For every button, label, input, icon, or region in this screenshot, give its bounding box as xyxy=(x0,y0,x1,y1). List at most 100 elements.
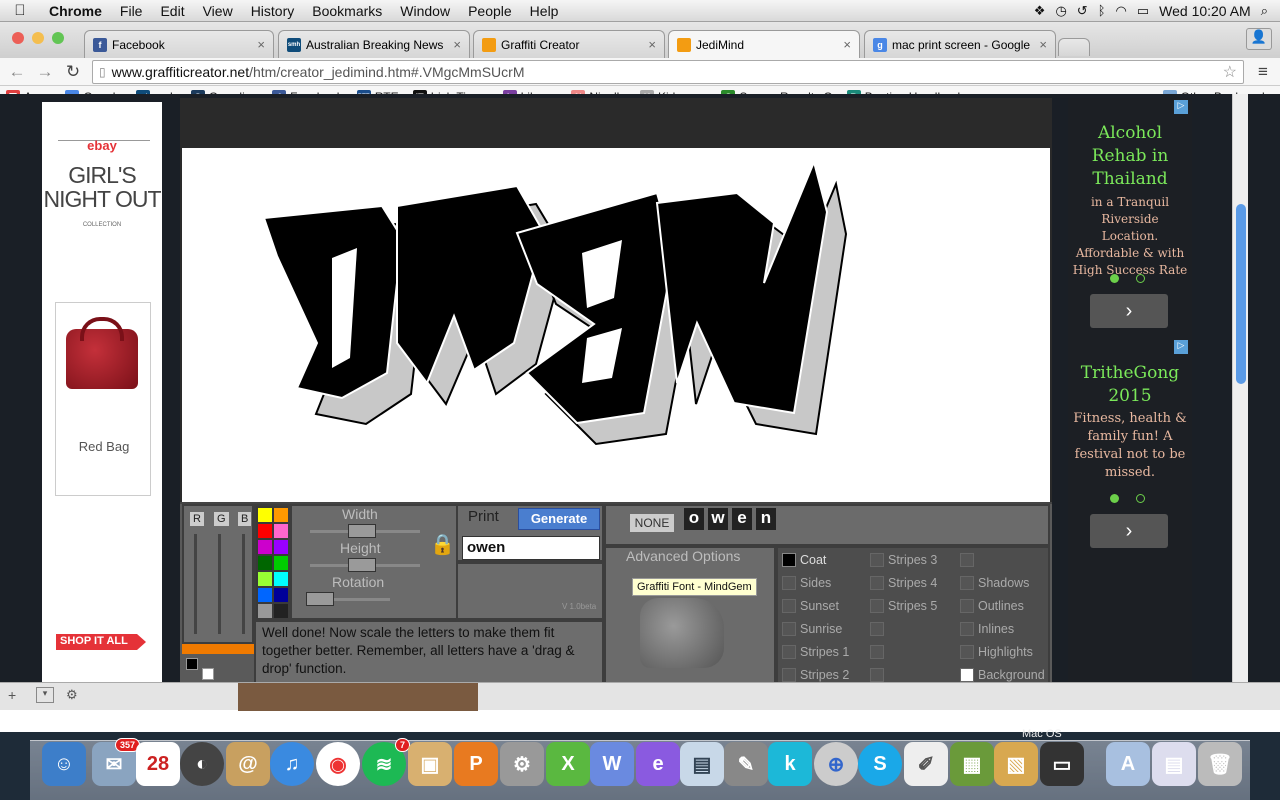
calendar-icon[interactable]: 28 xyxy=(136,742,180,786)
gear-icon[interactable]: ⚙ xyxy=(66,687,78,703)
mindgem-font-preview[interactable] xyxy=(640,598,724,668)
trash-icon[interactable]: 🗑 xyxy=(1198,742,1242,786)
forward-icon[interactable]: → xyxy=(36,62,54,82)
option-stripes-3[interactable]: Stripes 3 xyxy=(870,552,956,568)
bookmark-star-icon[interactable]: ☆ xyxy=(1223,62,1237,82)
view-options-icon[interactable]: ▾ xyxy=(36,687,54,703)
letter-tile-o[interactable]: o xyxy=(684,508,704,530)
graffiti-canvas[interactable] xyxy=(182,148,1050,502)
color-swatch-blue[interactable] xyxy=(258,588,272,602)
checkbox[interactable] xyxy=(870,576,884,590)
option-outlines[interactable]: Outlines xyxy=(960,598,1048,614)
option-inlines[interactable]: Inlines xyxy=(960,621,1048,637)
gimp-icon[interactable]: ✎ xyxy=(724,742,768,786)
finder-icon[interactable]: ☺ xyxy=(42,742,86,786)
checkbox[interactable] xyxy=(960,622,974,636)
lock-aspect-icon[interactable]: 🔒 xyxy=(430,532,455,557)
color-swatch-cyan[interactable] xyxy=(274,572,288,586)
checkbox[interactable] xyxy=(782,645,796,659)
bluetooth-icon[interactable]: ᛒ xyxy=(1098,3,1106,18)
option-blank-1[interactable] xyxy=(870,621,956,637)
menu-file[interactable]: File xyxy=(111,3,152,19)
itunes-icon[interactable]: ♫ xyxy=(270,742,314,786)
entourage-icon[interactable]: e xyxy=(636,742,680,786)
carousel-dot-active[interactable] xyxy=(1110,494,1119,503)
installer-icon[interactable]: ▧ xyxy=(994,742,1038,786)
close-tab-icon[interactable]: × xyxy=(453,37,461,52)
skype-icon[interactable]: S xyxy=(858,742,902,786)
mac-os-folder-icon[interactable]: ▭ xyxy=(1040,742,1084,786)
kindle-icon[interactable]: k xyxy=(768,742,812,786)
letter-tile-w[interactable]: w xyxy=(708,508,728,530)
menu-help[interactable]: Help xyxy=(521,3,568,19)
profile-icon[interactable]: 👤 xyxy=(1246,28,1272,50)
spotify-icon[interactable]: ≋ 7 xyxy=(362,738,410,786)
rotation-slider-thumb[interactable] xyxy=(306,592,334,606)
color-swatch-red[interactable] xyxy=(258,524,272,538)
option-sunrise[interactable]: Sunrise xyxy=(782,621,868,637)
width-slider-thumb[interactable] xyxy=(348,524,376,538)
chrome-icon[interactable]: ◉ xyxy=(316,742,360,786)
option-shadows[interactable]: Shadows xyxy=(960,575,1048,591)
print-button[interactable]: Print xyxy=(468,508,499,525)
menu-app-name[interactable]: Chrome xyxy=(40,3,111,19)
color-swatch-yellow[interactable] xyxy=(258,508,272,522)
color-swatch-green[interactable] xyxy=(274,556,288,570)
option-highlights[interactable]: Highlights xyxy=(960,644,1048,660)
carousel-dot-active[interactable] xyxy=(1110,274,1119,283)
rehab-ad-title[interactable]: Alcohol Rehab in Thailand xyxy=(1072,122,1188,191)
option-background[interactable]: Background xyxy=(960,667,1048,682)
battery-icon[interactable]: ▭ xyxy=(1137,3,1149,19)
close-tab-icon[interactable]: × xyxy=(648,37,656,52)
close-tab-icon[interactable]: × xyxy=(843,37,851,52)
menu-clock[interactable]: Wed 10:20 AM xyxy=(1159,3,1251,19)
iphoto-icon[interactable]: ▣ xyxy=(408,742,452,786)
close-tab-icon[interactable]: × xyxy=(257,37,265,52)
checkbox[interactable] xyxy=(960,668,974,682)
contacts-icon[interactable]: @ xyxy=(226,742,270,786)
address-bar[interactable]: ▯ www.graffiticreator.net /htm/creator_j… xyxy=(92,59,1244,84)
menu-history[interactable]: History xyxy=(242,3,304,19)
back-icon[interactable]: ← xyxy=(8,62,26,82)
graffiti-artwork[interactable] xyxy=(182,148,1050,502)
tab-facebook[interactable]: f Facebook × xyxy=(84,30,274,58)
checkbox[interactable] xyxy=(870,668,884,682)
sync-icon[interactable]: ◷ xyxy=(1055,3,1066,19)
letter-tile-e[interactable]: e xyxy=(732,508,752,530)
time-machine-icon[interactable]: ↺ xyxy=(1077,3,1088,19)
option-stripes-5[interactable]: Stripes 5 xyxy=(870,598,956,614)
background-color-swatch[interactable] xyxy=(202,668,214,680)
reload-icon[interactable]: ↻ xyxy=(64,62,82,82)
safari-icon[interactable]: ⊕ xyxy=(814,742,858,786)
green-slider[interactable] xyxy=(218,534,221,634)
red-slider[interactable] xyxy=(194,534,197,634)
close-tab-icon[interactable]: × xyxy=(1039,37,1047,52)
color-swatch-black[interactable] xyxy=(274,604,288,618)
spotlight-search-icon[interactable]: ⌕ xyxy=(1261,3,1268,19)
option-coat[interactable]: Coat xyxy=(782,552,868,568)
tab-jedimind[interactable]: JediMind × xyxy=(668,30,860,58)
excel-icon[interactable]: X xyxy=(546,742,590,786)
checkbox[interactable] xyxy=(782,599,796,613)
zoom-window-icon[interactable] xyxy=(52,32,64,44)
adchoices-icon[interactable]: ▷ xyxy=(1174,100,1188,114)
dashboard-icon[interactable]: ◐ xyxy=(180,742,224,786)
option-sides[interactable]: Sides xyxy=(782,575,868,591)
product-card[interactable]: Red Bag xyxy=(55,302,151,496)
height-slider-thumb[interactable] xyxy=(348,558,376,572)
option-stripes-1[interactable]: Stripes 1 xyxy=(782,644,868,660)
checkbox[interactable] xyxy=(782,576,796,590)
option-stripes-2[interactable]: Stripes 2 xyxy=(782,667,868,682)
checkbox[interactable] xyxy=(870,553,884,567)
menu-window[interactable]: Window xyxy=(391,3,459,19)
dropbox-icon[interactable]: ❖ xyxy=(1034,3,1046,19)
system-preferences-icon[interactable]: ⚙ xyxy=(500,742,544,786)
option-blank-4[interactable] xyxy=(960,552,1048,568)
color-swatch-pink[interactable] xyxy=(274,524,288,538)
color-swatch-purple[interactable] xyxy=(274,540,288,554)
checkbox[interactable] xyxy=(782,622,796,636)
menu-edit[interactable]: Edit xyxy=(151,3,193,19)
advanced-options-label[interactable]: Advanced Options xyxy=(626,548,740,564)
apple-menu-icon[interactable]:  xyxy=(0,2,40,19)
carousel-dot[interactable] xyxy=(1136,494,1145,503)
